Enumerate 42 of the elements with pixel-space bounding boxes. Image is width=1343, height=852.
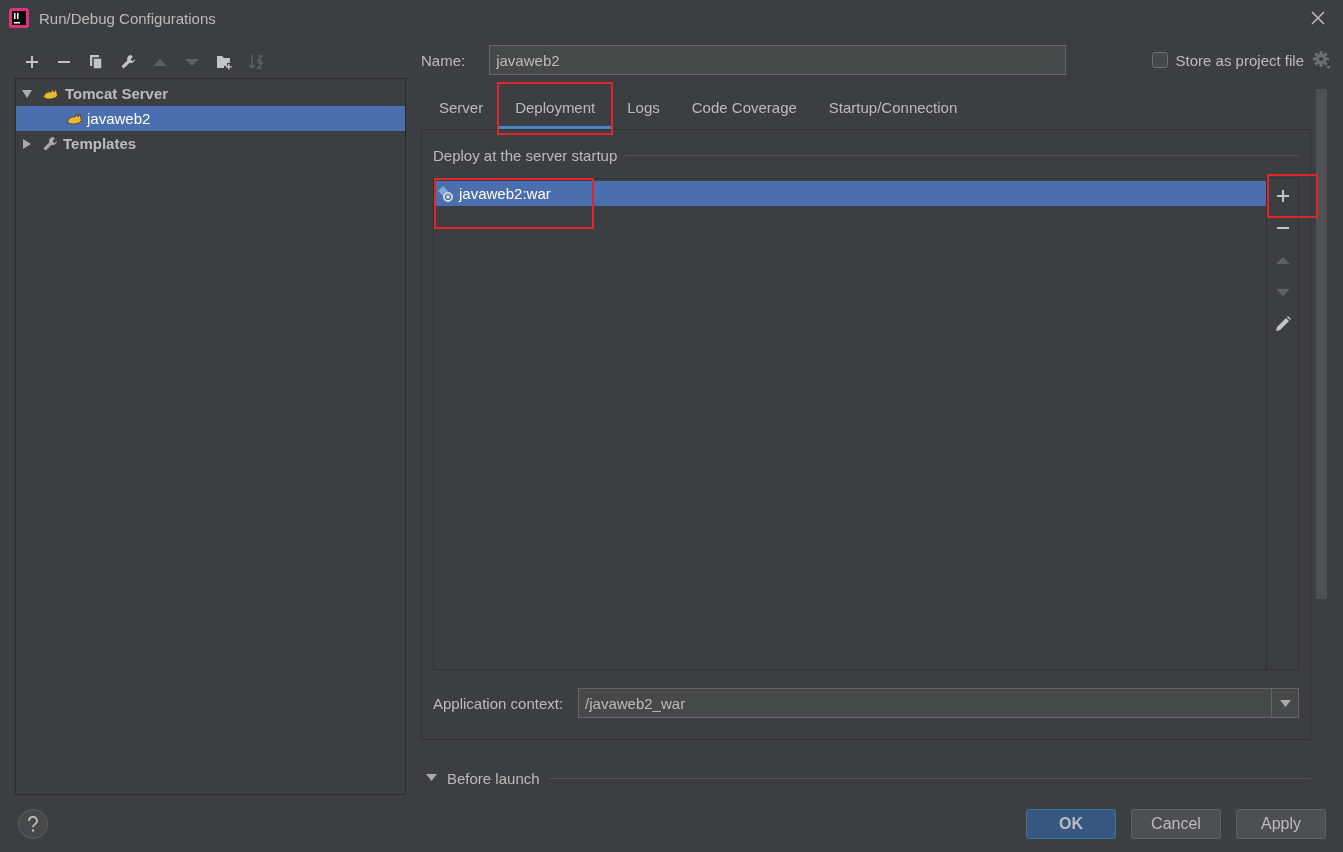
dialog-button[interactable]: Apply [1236,808,1326,839]
tab[interactable]: Logs [611,89,676,129]
tree-label: javaweb2 [87,110,151,127]
before-launch-label[interactable]: Before launch [447,769,540,787]
dialog-button[interactable]: OK [1026,808,1116,839]
tree-item[interactable]: Tomcat Server [16,81,405,106]
add-icon[interactable] [1274,188,1291,204]
tree-item[interactable]: Templates [16,131,405,156]
application-context-combo[interactable]: /javaweb2_war [578,688,1299,718]
tree-label: Tomcat Server [65,85,169,102]
help-button[interactable] [18,808,48,839]
store-checkbox[interactable] [1151,52,1168,68]
add-icon[interactable] [24,53,40,70]
tab[interactable]: Server [423,89,500,129]
store-as-project-file-label: Store as project file [1175,51,1304,69]
expand-arrow-icon[interactable] [22,88,32,99]
artifact-label: javaweb2:war [459,185,551,202]
artifact-row[interactable]: javaweb2:war [434,181,1266,206]
application-context-label: Application context: [433,694,564,712]
name-label: Name: [421,51,466,69]
tab[interactable]: Code Coverage [675,89,813,129]
help-icon [27,815,39,832]
edit-icon[interactable] [1274,316,1291,332]
artifact-icon [437,184,455,203]
dialog-button[interactable]: Cancel [1131,808,1221,839]
name-field[interactable]: javaweb2 [489,45,1067,75]
copy-icon[interactable] [88,53,104,70]
tab[interactable]: Deployment [499,89,612,129]
close-icon[interactable] [1311,11,1325,25]
group-title: Deploy at the server startup [433,146,618,164]
wrench-icon[interactable] [120,53,136,70]
tab[interactable]: Startup/Connection [812,89,974,129]
app-logo-icon [9,8,29,28]
tree-item[interactable]: javaweb2 [16,106,405,131]
scrollbar[interactable] [1316,89,1327,599]
dropdown-arrow-icon[interactable] [1279,699,1291,707]
tree-label: Templates [63,135,137,152]
folder-icon[interactable] [216,53,232,70]
wrench-icon [42,135,58,152]
window-title: Run/Debug Configurations [39,9,216,27]
collapse-arrow-icon[interactable] [22,138,32,149]
expand-arrow-icon[interactable] [426,774,437,782]
